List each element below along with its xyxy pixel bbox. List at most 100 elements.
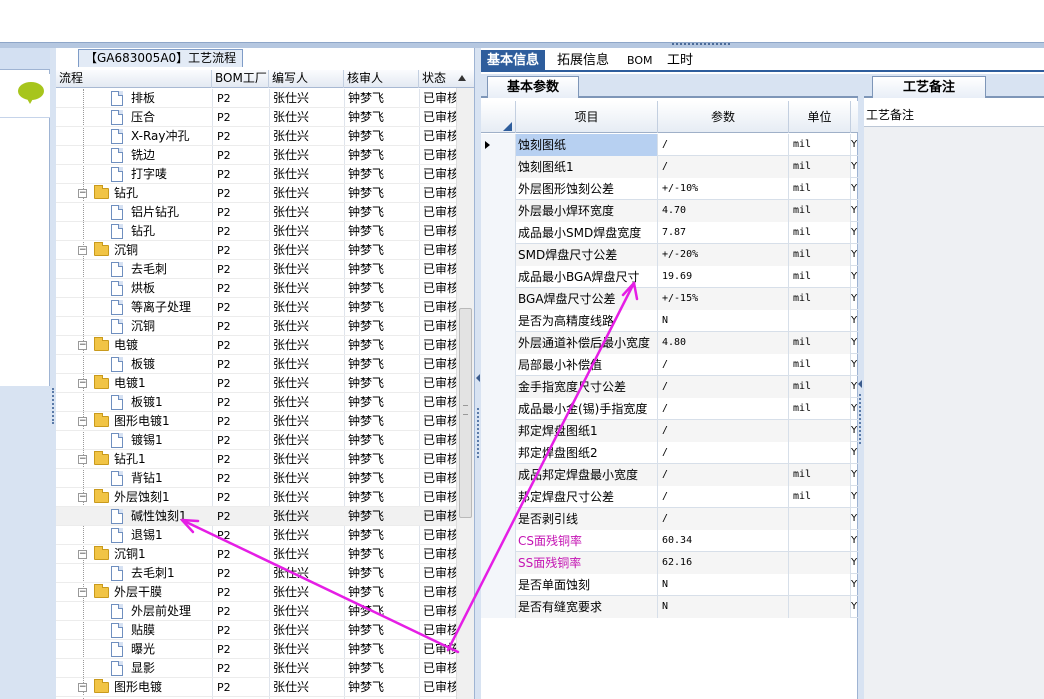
tab-basic-info[interactable]: 基本信息 bbox=[481, 50, 546, 72]
tab-extended-info[interactable]: 拓展信息 bbox=[551, 50, 615, 72]
collapse-toggle-icon[interactable]: − bbox=[78, 189, 87, 198]
tree-step-row[interactable]: 镀锡1 P2 张仕兴 钟梦飞 已审核 bbox=[56, 431, 456, 450]
row-indicator[interactable] bbox=[481, 178, 516, 200]
param-row[interactable]: 是否剥引线 / Y bbox=[481, 508, 858, 530]
param-row[interactable]: 邦定焊盘图纸2/ Y bbox=[481, 442, 858, 464]
param-row[interactable]: 局部最小补偿值 / mil Y bbox=[481, 354, 858, 376]
param-row[interactable]: 蚀刻图纸1/mil Y bbox=[481, 156, 858, 178]
param-value-cell[interactable]: / bbox=[658, 442, 789, 464]
notes-textarea[interactable] bbox=[864, 127, 1044, 699]
splitter-grip[interactable] bbox=[52, 388, 54, 424]
process-tree-scrollbar[interactable] bbox=[456, 88, 474, 699]
row-indicator[interactable] bbox=[481, 156, 516, 178]
tab-work-hours[interactable]: 工时 bbox=[661, 50, 699, 72]
param-row[interactable]: 成品邦定焊盘最小宽度 / mil Y bbox=[481, 464, 858, 486]
column-header-item[interactable]: 项目 bbox=[516, 101, 658, 133]
row-indicator[interactable] bbox=[481, 508, 516, 530]
collapse-toggle-icon[interactable]: − bbox=[78, 341, 87, 350]
tab-bom[interactable]: BOM bbox=[621, 50, 659, 72]
row-indicator[interactable] bbox=[481, 134, 516, 156]
tree-step-row[interactable]: 排板 P2 张仕兴 钟梦飞 已审核 bbox=[56, 89, 456, 108]
param-row[interactable]: 成品最小金(锡)手指宽度 / mil Y bbox=[481, 398, 858, 420]
tree-step-row[interactable]: 等离子处理 P2 张仕兴 钟梦飞 已审核 bbox=[56, 298, 456, 317]
collapse-toggle-icon[interactable]: − bbox=[78, 246, 87, 255]
param-value-cell[interactable]: / bbox=[658, 134, 789, 156]
collapse-left-icon[interactable] bbox=[476, 374, 480, 382]
tree-group-row[interactable]: − 钻孔 P2 张仕兴 钟梦飞 已审核 bbox=[56, 184, 456, 203]
param-row[interactable]: CS面残铜率 60.34 Y bbox=[481, 530, 858, 552]
param-value-cell[interactable]: 62.16 bbox=[658, 552, 789, 574]
tab-basic-params[interactable]: 基本参数 bbox=[487, 76, 579, 98]
collapse-toggle-icon[interactable]: − bbox=[78, 493, 87, 502]
column-header-value[interactable]: 参数 bbox=[658, 101, 789, 133]
tree-group-row[interactable]: − 钻孔1 P2 张仕兴 钟梦飞 已审核 bbox=[56, 450, 456, 469]
tree-step-row[interactable]: 打字唛 P2 张仕兴 钟梦飞 已审核 bbox=[56, 165, 456, 184]
collapse-toggle-icon[interactable]: − bbox=[78, 455, 87, 464]
collapse-toggle-icon[interactable]: − bbox=[78, 550, 87, 559]
collapse-toggle-icon[interactable]: − bbox=[78, 417, 87, 426]
tree-group-row[interactable]: − 图形电镀1 P2 张仕兴 钟梦飞 已审核 bbox=[56, 412, 456, 431]
tree-step-row[interactable]: 板镀1 P2 张仕兴 钟梦飞 已审核 bbox=[56, 393, 456, 412]
tree-step-row[interactable]: 压合 P2 张仕兴 钟梦飞 已审核 bbox=[56, 108, 456, 127]
tree-step-row[interactable]: 铣边 P2 张仕兴 钟梦飞 已审核 bbox=[56, 146, 456, 165]
collapse-toggle-icon[interactable]: − bbox=[78, 683, 87, 692]
row-indicator[interactable] bbox=[481, 596, 516, 618]
tree-step-row[interactable]: 贴膜 P2 张仕兴 钟梦飞 已审核 bbox=[56, 621, 456, 640]
param-row[interactable]: BGA焊盘尺寸公差 +/-15% mil Y bbox=[481, 288, 858, 310]
tree-step-row[interactable]: X-Ray冲孔 P2 张仕兴 钟梦飞 已审核 bbox=[56, 127, 456, 146]
tree-step-row[interactable]: 板镀 P2 张仕兴 钟梦飞 已审核 bbox=[56, 355, 456, 374]
splitter-grip[interactable] bbox=[477, 408, 479, 458]
param-row[interactable]: SS面残铜率 62.16 Y bbox=[481, 552, 858, 574]
row-indicator[interactable] bbox=[481, 464, 516, 486]
param-row[interactable]: 是否为高精度线路 N Y bbox=[481, 310, 858, 332]
row-indicator[interactable] bbox=[481, 266, 516, 288]
grid-corner[interactable] bbox=[481, 101, 516, 133]
param-value-cell[interactable]: +/-10% bbox=[658, 178, 789, 200]
tree-step-row[interactable]: 外层前处理 P2 张仕兴 钟梦飞 已审核 bbox=[56, 602, 456, 621]
param-row[interactable]: 蚀刻图纸 / mil Y bbox=[481, 134, 858, 156]
tree-step-row[interactable]: 去毛刺1 P2 张仕兴 钟梦飞 已审核 bbox=[56, 564, 456, 583]
tree-step-row[interactable]: 显影 P2 张仕兴 钟梦飞 已审核 bbox=[56, 659, 456, 678]
param-value-cell[interactable]: 19.69 bbox=[658, 266, 789, 288]
tree-group-row[interactable]: − 电镀 P2 张仕兴 钟梦飞 已审核 bbox=[56, 336, 456, 355]
param-value-cell[interactable]: / bbox=[658, 398, 789, 420]
param-row[interactable]: 邦定焊盘图纸1/ Y bbox=[481, 420, 858, 442]
param-value-cell[interactable]: N bbox=[658, 574, 789, 596]
row-indicator[interactable] bbox=[481, 420, 516, 442]
param-value-cell[interactable]: / bbox=[658, 354, 789, 376]
column-header-flow[interactable]: 流程 bbox=[56, 70, 212, 88]
row-indicator[interactable] bbox=[481, 310, 516, 332]
param-value-cell[interactable]: +/-15% bbox=[658, 288, 789, 310]
row-indicator[interactable] bbox=[481, 200, 516, 222]
scrollbar-thumb[interactable] bbox=[459, 308, 472, 518]
tree-step-row[interactable]: 烘板 P2 张仕兴 钟梦飞 已审核 bbox=[56, 279, 456, 298]
column-header-writer[interactable]: 编写人 bbox=[269, 70, 344, 88]
column-header-unit[interactable]: 单位 bbox=[789, 101, 851, 133]
tree-step-row[interactable]: 曝光 P2 张仕兴 钟梦飞 已审核 bbox=[56, 640, 456, 659]
tree-group-row[interactable]: − 图形电镀 P2 张仕兴 钟梦飞 已审核 bbox=[56, 678, 456, 697]
tree-step-row[interactable]: 铝片钻孔 P2 张仕兴 钟梦飞 已审核 bbox=[56, 203, 456, 222]
param-row[interactable]: 金手指宽度尺寸公差 / mil Y bbox=[481, 376, 858, 398]
row-indicator[interactable] bbox=[481, 486, 516, 508]
tree-step-row[interactable]: 碱性蚀刻1 P2 张仕兴 钟梦飞 已审核 bbox=[56, 507, 456, 526]
top-grip-handle[interactable] bbox=[672, 43, 730, 47]
param-value-cell[interactable]: / bbox=[658, 420, 789, 442]
row-indicator[interactable] bbox=[481, 288, 516, 310]
tree-step-row[interactable]: 背钻1 P2 张仕兴 钟梦飞 已审核 bbox=[56, 469, 456, 488]
tree-group-row[interactable]: − 沉铜 P2 张仕兴 钟梦飞 已审核 bbox=[56, 241, 456, 260]
tree-group-row[interactable]: − 沉铜1 P2 张仕兴 钟梦飞 已审核 bbox=[56, 545, 456, 564]
collapse-toggle-icon[interactable]: − bbox=[78, 379, 87, 388]
param-row[interactable]: 是否有缝宽要求 N Y bbox=[481, 596, 858, 618]
row-indicator[interactable] bbox=[481, 222, 516, 244]
param-row[interactable]: 外层通道补偿后最小宽度 4.80 mil Y bbox=[481, 332, 858, 354]
tree-group-row[interactable]: − 电镀1 P2 张仕兴 钟梦飞 已审核 bbox=[56, 374, 456, 393]
param-row[interactable]: 成品最小SMD焊盘宽度 7.87 mil Y bbox=[481, 222, 858, 244]
param-value-cell[interactable]: 4.70 bbox=[658, 200, 789, 222]
chat-bubble-icon[interactable] bbox=[18, 82, 44, 104]
param-row[interactable]: 外层图形蚀刻公差 +/-10% mil Y bbox=[481, 178, 858, 200]
row-indicator[interactable] bbox=[481, 574, 516, 596]
column-header-checker[interactable]: 核审人 bbox=[344, 70, 419, 88]
param-value-cell[interactable]: / bbox=[658, 156, 789, 178]
row-indicator[interactable] bbox=[481, 398, 516, 420]
param-value-cell[interactable]: / bbox=[658, 376, 789, 398]
